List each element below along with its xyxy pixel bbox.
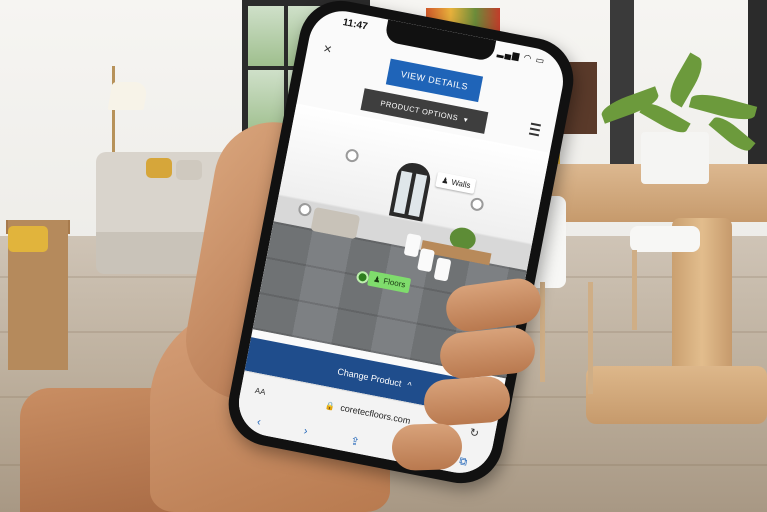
chevron-down-icon: ▾ (463, 114, 469, 124)
hotspot-icon[interactable] (344, 147, 360, 164)
dining-table-foot (586, 366, 767, 424)
menu-icon[interactable] (528, 122, 541, 137)
url-text: coretecfloors.com (339, 402, 412, 426)
change-product-label: Change Product (336, 366, 403, 389)
chevron-up-icon: ^ (406, 379, 413, 391)
lock-icon: 🔒 (324, 400, 336, 412)
dining-chair (630, 226, 700, 252)
lamp-shade (107, 82, 149, 110)
share-icon[interactable]: ⇪ (349, 434, 361, 449)
tabs-icon[interactable]: ⧉ (458, 455, 468, 469)
floor-lamp (112, 66, 115, 156)
view-details-label: VIEW DETAILS (399, 68, 469, 92)
status-icons: ▂▄▆ ◠ ▭ (496, 47, 547, 67)
hotspot-icon[interactable] (297, 201, 313, 218)
status-time: 11:47 (341, 16, 369, 33)
background-window-right (748, 0, 767, 176)
hand-finger (391, 422, 463, 472)
pillow (146, 158, 172, 178)
close-icon[interactable]: × (322, 40, 333, 57)
chair-leg (588, 282, 593, 394)
hand-finger (422, 375, 512, 427)
yellow-cushion (8, 226, 48, 252)
walls-tag-label: Walls (450, 177, 472, 191)
person-icon: ♟ (440, 175, 450, 186)
pillow (176, 160, 202, 180)
product-options-label: PRODUCT OPTIONS (379, 98, 459, 123)
back-icon[interactable]: ‹ (256, 416, 262, 428)
chair-leg (632, 250, 637, 330)
person-icon: ♟ (372, 274, 382, 285)
plant-pot (641, 132, 709, 184)
forward-icon[interactable]: › (303, 425, 309, 437)
chair-leg (540, 282, 545, 382)
hotspot-icon[interactable] (469, 196, 485, 212)
room-window (388, 160, 433, 222)
floors-tag-label: Floors (382, 276, 407, 290)
background-door (610, 0, 634, 170)
